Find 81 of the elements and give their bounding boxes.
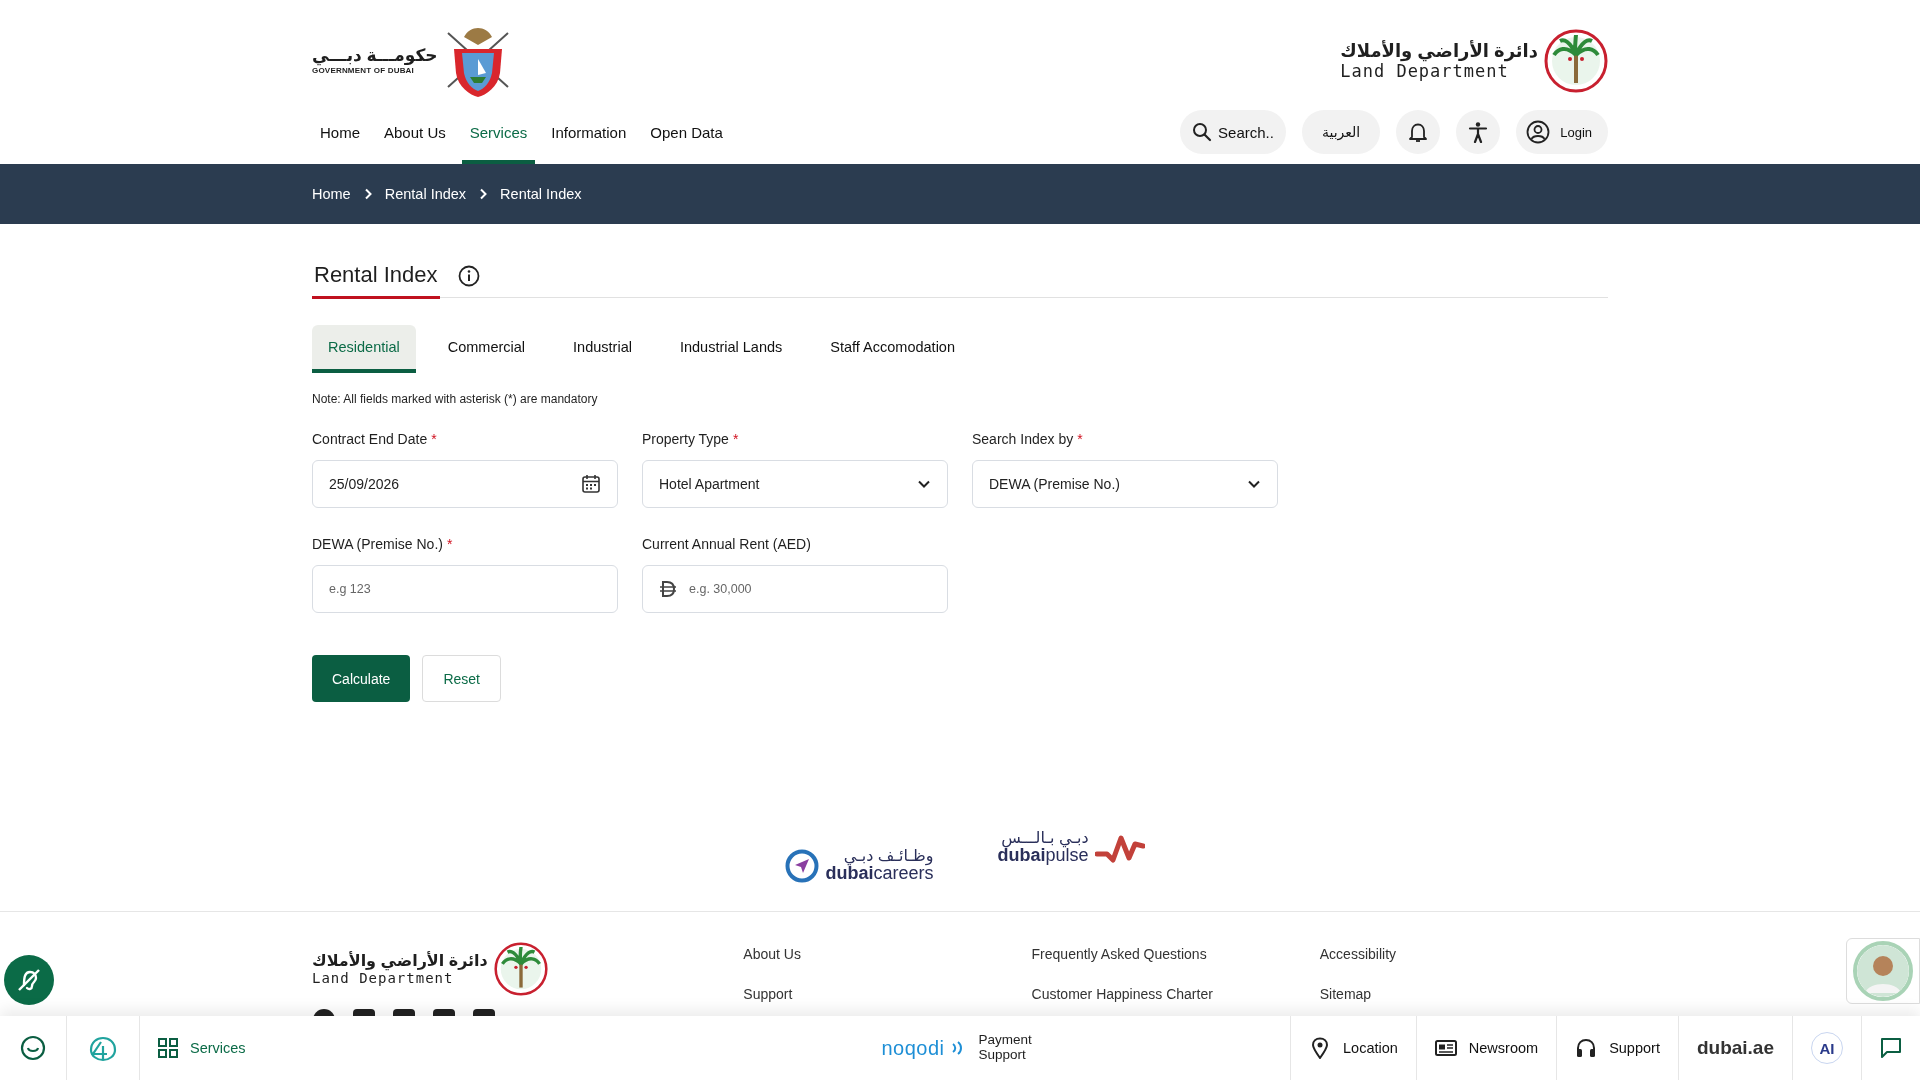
logo-arabic-text: حكومـــة دبـــي bbox=[312, 47, 438, 66]
nav-link[interactable]: Information bbox=[543, 100, 635, 164]
nav-link[interactable]: About Us bbox=[376, 100, 454, 164]
palm-emblem-icon bbox=[1544, 29, 1608, 93]
palm-emblem-icon bbox=[493, 942, 548, 996]
dropdown[interactable]: DEWA (Premise No.) bbox=[972, 460, 1278, 508]
dropdown[interactable]: Hotel Apartment bbox=[642, 460, 948, 508]
breadcrumb-link[interactable]: Home bbox=[312, 186, 351, 202]
avatar-icon bbox=[1853, 941, 1913, 1001]
search-icon bbox=[1192, 122, 1213, 142]
assistant-avatar[interactable] bbox=[1846, 938, 1920, 1004]
nav-link[interactable]: Home bbox=[312, 100, 368, 164]
support-link[interactable]: Support bbox=[1556, 1016, 1678, 1080]
smiley-icon[interactable] bbox=[20, 1035, 46, 1061]
chevron-down-icon bbox=[917, 479, 931, 489]
newsroom-link[interactable]: Newsroom bbox=[1415, 1016, 1557, 1080]
footer-link[interactable]: Accessibility bbox=[1319, 946, 1608, 962]
bell-icon bbox=[1407, 121, 1430, 143]
search-button[interactable]: Search.. bbox=[1180, 110, 1286, 154]
accessibility-icon bbox=[1467, 121, 1490, 143]
user-icon bbox=[1526, 120, 1551, 144]
tab[interactable]: Commercial bbox=[431, 325, 542, 373]
date-field[interactable]: 25/09/2026 bbox=[312, 460, 618, 508]
logo-english-text: GOVERNMENT OF DUBAI bbox=[312, 65, 416, 75]
chevron-down-icon bbox=[1247, 479, 1261, 489]
tab[interactable]: Industrial Lands bbox=[663, 325, 799, 373]
signal-icon bbox=[950, 1040, 965, 1056]
partner-arabic-text: دبـي بـالـــس bbox=[1001, 830, 1089, 847]
logo-english-text: Land Department bbox=[1340, 62, 1509, 81]
logo-arabic-text: دائرة الأراضي والأملاك bbox=[312, 952, 488, 971]
headset-icon bbox=[1575, 1037, 1598, 1059]
mandatory-note: Note: All fields marked with asterisk (*) are mandatory bbox=[312, 392, 599, 406]
tab[interactable]: Industrial bbox=[557, 325, 648, 373]
input-field[interactable]: e.g. 30,000 bbox=[642, 565, 948, 613]
paper-plane-icon bbox=[785, 849, 820, 883]
chat-icon[interactable] bbox=[1880, 1037, 1902, 1059]
footer-link[interactable]: Sitemap bbox=[1319, 986, 1608, 1002]
required-mark: * bbox=[732, 431, 739, 447]
location-link[interactable]: Location bbox=[1290, 1016, 1416, 1080]
ear-icon bbox=[16, 967, 42, 993]
footer-link[interactable]: Customer Happiness Charter bbox=[1031, 986, 1320, 1002]
page-title: Rental Index bbox=[314, 262, 438, 288]
ai-assistant-button[interactable]: AI bbox=[1811, 1032, 1843, 1064]
dirham-icon bbox=[659, 580, 677, 598]
calendar-icon bbox=[581, 474, 601, 494]
tab[interactable]: Residential bbox=[312, 325, 416, 373]
location-pin-icon bbox=[1309, 1037, 1331, 1059]
language-button[interactable]: العربية bbox=[1301, 110, 1381, 154]
required-mark: * bbox=[431, 431, 437, 447]
required-mark: * bbox=[446, 536, 453, 552]
services-link[interactable]: Services bbox=[140, 1016, 264, 1080]
logo-english-text: Land Department bbox=[312, 970, 454, 986]
field-label: Current Annual Rent (AED) bbox=[642, 536, 811, 552]
field-label: DEWA (Premise No.) bbox=[312, 536, 443, 552]
input-field[interactable]: e.g 123 bbox=[312, 565, 618, 613]
login-button[interactable]: Login bbox=[1516, 110, 1608, 154]
calculate-button[interactable]: Calculate bbox=[312, 655, 411, 702]
tab[interactable]: Staff Accomodation bbox=[814, 325, 971, 373]
required-mark: * bbox=[1077, 431, 1083, 447]
breadcrumb-link[interactable]: Rental Index bbox=[384, 186, 467, 202]
breadcrumb-link[interactable]: Rental Index bbox=[500, 186, 582, 202]
field-label: Contract End Date bbox=[312, 431, 428, 447]
logo-arabic-text: دائرة الأراضي والأملاك bbox=[1340, 41, 1538, 62]
partner-arabic-text: وظـائـف دبـي bbox=[843, 848, 934, 865]
payment-support-link[interactable]: noqodi Payment Support bbox=[881, 1016, 1039, 1080]
footer-link[interactable]: Frequently Asked Questions bbox=[1031, 946, 1320, 962]
hearing-button[interactable] bbox=[4, 955, 54, 1005]
pulse-wave-icon bbox=[1094, 832, 1145, 864]
chevron-right-icon bbox=[478, 188, 489, 200]
reset-button[interactable]: Reset bbox=[422, 655, 501, 702]
portal-link[interactable]: dubai.ae bbox=[1677, 1016, 1792, 1080]
grid-icon bbox=[158, 1038, 178, 1058]
field-label: Search Index by bbox=[972, 431, 1074, 447]
accessibility-button[interactable] bbox=[1456, 110, 1501, 154]
footer-link[interactable]: Support bbox=[743, 986, 1032, 1002]
newspaper-icon bbox=[1434, 1037, 1457, 1059]
field-label: Property Type bbox=[642, 431, 729, 447]
footer-link[interactable]: About Us bbox=[743, 946, 1032, 962]
nav-link[interactable]: Open Data bbox=[642, 100, 731, 164]
notifications-button[interactable] bbox=[1396, 110, 1441, 154]
info-icon[interactable] bbox=[457, 264, 480, 287]
